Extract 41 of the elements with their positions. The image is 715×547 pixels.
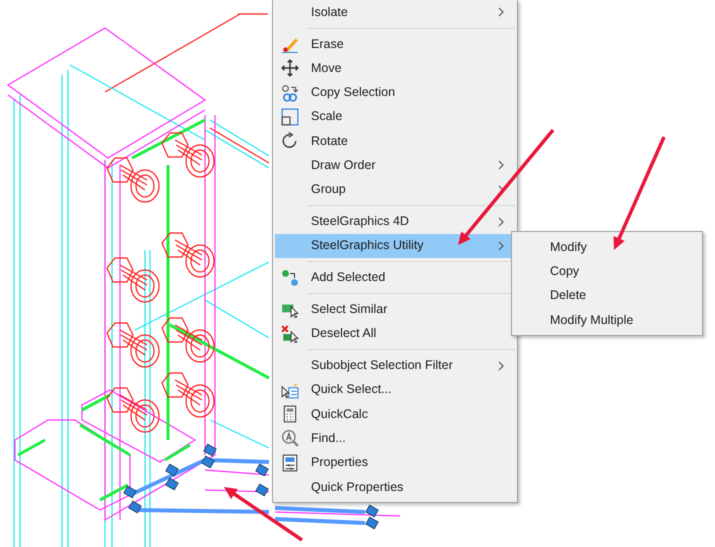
menu-item[interactable]: Modify xyxy=(514,235,700,260)
menu-item[interactable]: Rotate xyxy=(275,128,515,154)
menu-item[interactable]: Select Similar xyxy=(275,297,515,322)
grip-marker[interactable] xyxy=(165,478,179,490)
grip-marker[interactable] xyxy=(255,484,269,496)
menu-item[interactable]: Delete xyxy=(514,284,700,308)
grip-marker[interactable] xyxy=(123,486,137,498)
menu-item[interactable]: Copy Selection xyxy=(275,80,515,105)
grip-marker[interactable] xyxy=(165,464,179,476)
grip-marker[interactable] xyxy=(203,444,217,456)
squares-icon xyxy=(281,108,299,126)
cursor-list-icon xyxy=(281,380,299,399)
menu-item[interactable]: Copy xyxy=(514,259,700,284)
menu-item[interactable]: QuickCalc xyxy=(275,402,515,426)
grip-marker[interactable] xyxy=(128,500,142,514)
dots-icon xyxy=(281,268,299,287)
menu-item[interactable]: Find... xyxy=(275,426,515,451)
menu-item[interactable]: Quick Select... xyxy=(275,378,515,402)
calculator-icon xyxy=(281,405,299,424)
menu-item[interactable]: Deselect All xyxy=(275,322,515,346)
panel-icon xyxy=(281,454,299,472)
menu-item[interactable]: Erase xyxy=(275,32,515,56)
menu-item[interactable]: Modify Multiple xyxy=(514,308,700,332)
grip-marker[interactable] xyxy=(255,464,269,476)
grip-marker[interactable] xyxy=(201,456,215,468)
circles-icon xyxy=(281,84,299,102)
menu-item[interactable]: Group xyxy=(275,178,515,202)
menu-item[interactable]: Quick Properties xyxy=(275,474,515,500)
menu-item[interactable]: Add Selected xyxy=(275,265,515,290)
menu-item[interactable]: Properties xyxy=(275,450,515,475)
menu-item[interactable]: Subobject Selection Filter xyxy=(275,353,515,378)
four-arrows-icon xyxy=(281,59,299,78)
grip-marker[interactable] xyxy=(365,516,379,530)
menu-item[interactable]: Isolate xyxy=(275,0,515,24)
rotate-icon xyxy=(281,132,299,150)
magnifier-icon xyxy=(281,429,299,448)
menu-item[interactable]: Draw Order xyxy=(275,153,515,178)
menu-item[interactable]: Scale xyxy=(275,104,515,129)
menu-item[interactable]: Move xyxy=(275,56,515,80)
menu-item[interactable]: SteelGraphics 4D xyxy=(275,209,515,234)
cursor-icon xyxy=(281,324,299,343)
